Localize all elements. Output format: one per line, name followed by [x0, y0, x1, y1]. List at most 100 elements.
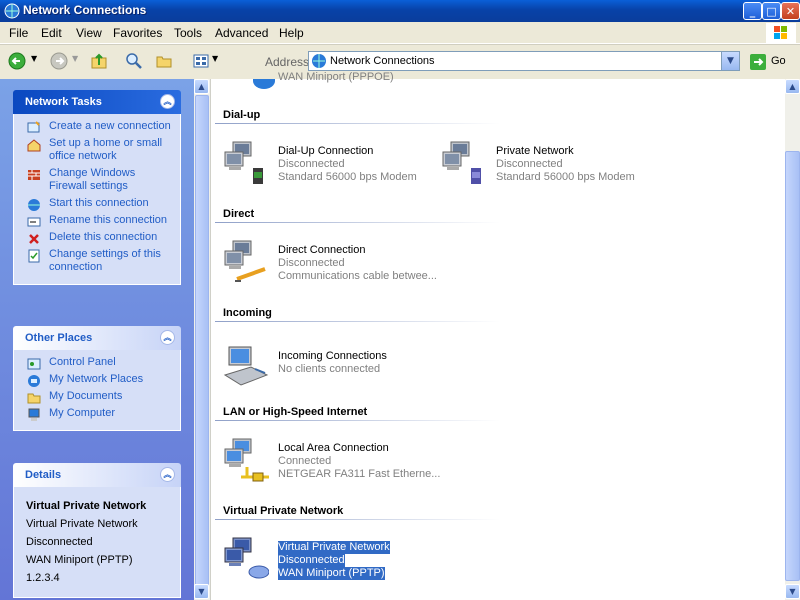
details-header[interactable]: Details ︽	[13, 463, 181, 487]
group-title-direct: Direct	[223, 208, 255, 220]
details-name: Virtual Private Network	[26, 500, 147, 512]
maximize-button[interactable]: □	[762, 2, 781, 20]
scroll-down-icon[interactable]: ▼	[785, 584, 800, 599]
group-title-dialup: Dial-up	[223, 109, 261, 121]
details-address: 1.2.3.4	[26, 572, 60, 584]
back-dropdown-icon[interactable]: ▼	[31, 54, 37, 63]
dialup-connection-icon	[224, 141, 263, 184]
views-icon[interactable]	[192, 52, 210, 70]
other-places-header[interactable]: Other Places ︽	[13, 326, 181, 350]
group-divider	[215, 519, 500, 520]
back-arrow-icon[interactable]	[8, 52, 26, 70]
minimize-button[interactable]: _	[743, 2, 762, 20]
address-value: Network Connections	[330, 55, 435, 67]
scroll-down-icon[interactable]: ▼	[194, 584, 209, 599]
connection-item[interactable]: Incoming Connections No clients connecte…	[223, 345, 433, 391]
task-firewall-settings[interactable]: Change Windows Firewall settings	[14, 167, 180, 193]
place-my-network-places[interactable]: My Network Places	[14, 373, 180, 387]
task-pane: Network Tasks ︽ Create a new connection …	[0, 79, 194, 600]
menu-view[interactable]: View	[76, 26, 102, 40]
go-button[interactable]: Go	[771, 55, 786, 67]
rename-icon	[27, 217, 41, 227]
views-dropdown-icon[interactable]: ▼	[212, 54, 218, 63]
group-divider	[215, 420, 500, 421]
collapse-chevron-icon[interactable]: ︽	[160, 94, 175, 109]
connection-item[interactable]: Dial-Up Connection Disconnected Standard…	[223, 140, 433, 186]
up-folder-icon[interactable]	[90, 52, 108, 70]
menu-file[interactable]: File	[9, 26, 28, 40]
other-places-title: Other Places	[25, 332, 93, 344]
scroll-up-icon[interactable]: ▲	[785, 79, 800, 94]
menu-advanced[interactable]: Advanced	[215, 26, 268, 40]
connection-name: Incoming Connections	[278, 350, 387, 362]
task-home-network[interactable]: Set up a home or small office network	[14, 137, 180, 163]
address-dropdown-icon[interactable]: ▼	[721, 52, 739, 70]
home-network-icon	[27, 139, 41, 152]
menu-edit[interactable]: Edit	[41, 26, 62, 40]
place-my-computer[interactable]: My Computer	[14, 407, 180, 421]
connection-item[interactable]: Private Network Disconnected Standard 56…	[441, 140, 651, 186]
task-change-settings[interactable]: Change settings of this connection	[14, 248, 180, 274]
connection-name: Direct Connection	[278, 244, 366, 256]
menu-favorites[interactable]: Favorites	[113, 26, 162, 40]
task-rename-connection[interactable]: Rename this connection	[14, 214, 180, 227]
task-create-connection[interactable]: Create a new connection	[14, 120, 180, 133]
incoming-connection-icon	[223, 346, 269, 386]
vertical-scrollbar[interactable]: ▲ ▼	[785, 79, 800, 600]
menu-bar: File Edit View Favorites Tools Advanced …	[0, 22, 800, 44]
search-icon[interactable]	[125, 52, 143, 70]
connection-item[interactable]: Local Area Connection Connected NETGEAR …	[223, 437, 440, 483]
connection-name: Dial-Up Connection	[278, 145, 374, 157]
go-arrow-icon[interactable]	[749, 53, 767, 71]
forward-dropdown-icon[interactable]: ▼	[72, 54, 78, 63]
my-documents-icon	[27, 393, 41, 404]
scroll-thumb[interactable]	[195, 95, 209, 597]
connection-name: Private Network	[496, 145, 574, 157]
lan-connection-icon	[224, 438, 269, 482]
network-connections-icon	[312, 54, 326, 68]
details-status: Disconnected	[26, 536, 93, 548]
connection-status: Disconnected	[278, 257, 345, 269]
dialup-connection-icon	[442, 141, 481, 184]
firewall-icon	[28, 170, 40, 180]
title-bar[interactable]: Network Connections _ □ ✕	[0, 0, 800, 22]
task-delete-connection[interactable]: Delete this connection	[14, 231, 180, 244]
group-title-lan: LAN or High-Speed Internet	[223, 406, 368, 418]
connection-status: Connected	[278, 455, 332, 467]
group-title-vpn: Virtual Private Network	[223, 505, 344, 517]
group-divider	[215, 123, 500, 124]
connection-status: Disconnected	[278, 158, 345, 170]
start-connection-icon	[28, 199, 40, 211]
close-button[interactable]: ✕	[781, 2, 800, 20]
properties-icon	[28, 249, 40, 263]
control-panel-icon	[27, 358, 41, 370]
left-scrollbar[interactable]: ▲ ▼	[194, 79, 211, 600]
network-tasks-panel: Network Tasks ︽ Create a new connection …	[13, 90, 181, 285]
folders-icon[interactable]	[155, 52, 173, 70]
forward-arrow-icon[interactable]	[50, 52, 68, 70]
window-title: Network Connections	[23, 3, 147, 17]
connection-item[interactable]: Direct Connection Disconnected Communica…	[223, 239, 437, 285]
task-start-connection[interactable]: Start this connection	[14, 197, 180, 211]
menu-help[interactable]: Help	[279, 26, 304, 40]
details-type: Virtual Private Network	[26, 518, 138, 530]
collapse-chevron-icon[interactable]: ︽	[160, 467, 175, 482]
group-divider	[215, 222, 500, 223]
connection-name: Local Area Connection	[278, 442, 389, 454]
connection-item-selected[interactable]: Virtual Private Network Disconnected WAN…	[223, 536, 433, 582]
network-tasks-header[interactable]: Network Tasks ︽	[13, 90, 181, 114]
toolbar: ▼ ▼ ▼ Address Network Connections ▼ Go	[0, 44, 800, 80]
menu-tools[interactable]: Tools	[174, 26, 202, 40]
connection-status: Disconnected	[278, 554, 345, 567]
address-bar[interactable]: Network Connections ▼	[308, 51, 740, 71]
place-my-documents[interactable]: My Documents	[14, 390, 180, 404]
place-control-panel[interactable]: Control Panel	[14, 356, 180, 370]
scroll-up-icon[interactable]: ▲	[194, 79, 209, 94]
scroll-thumb[interactable]	[785, 151, 800, 581]
connection-name: Virtual Private Network	[278, 541, 390, 554]
collapse-chevron-icon[interactable]: ︽	[160, 330, 175, 345]
connection-device: Communications cable betwee...	[278, 270, 437, 282]
details-panel: Details ︽ Virtual Private Network Virtua…	[13, 463, 181, 598]
delete-icon	[29, 234, 39, 244]
connection-status: Disconnected	[496, 158, 563, 170]
